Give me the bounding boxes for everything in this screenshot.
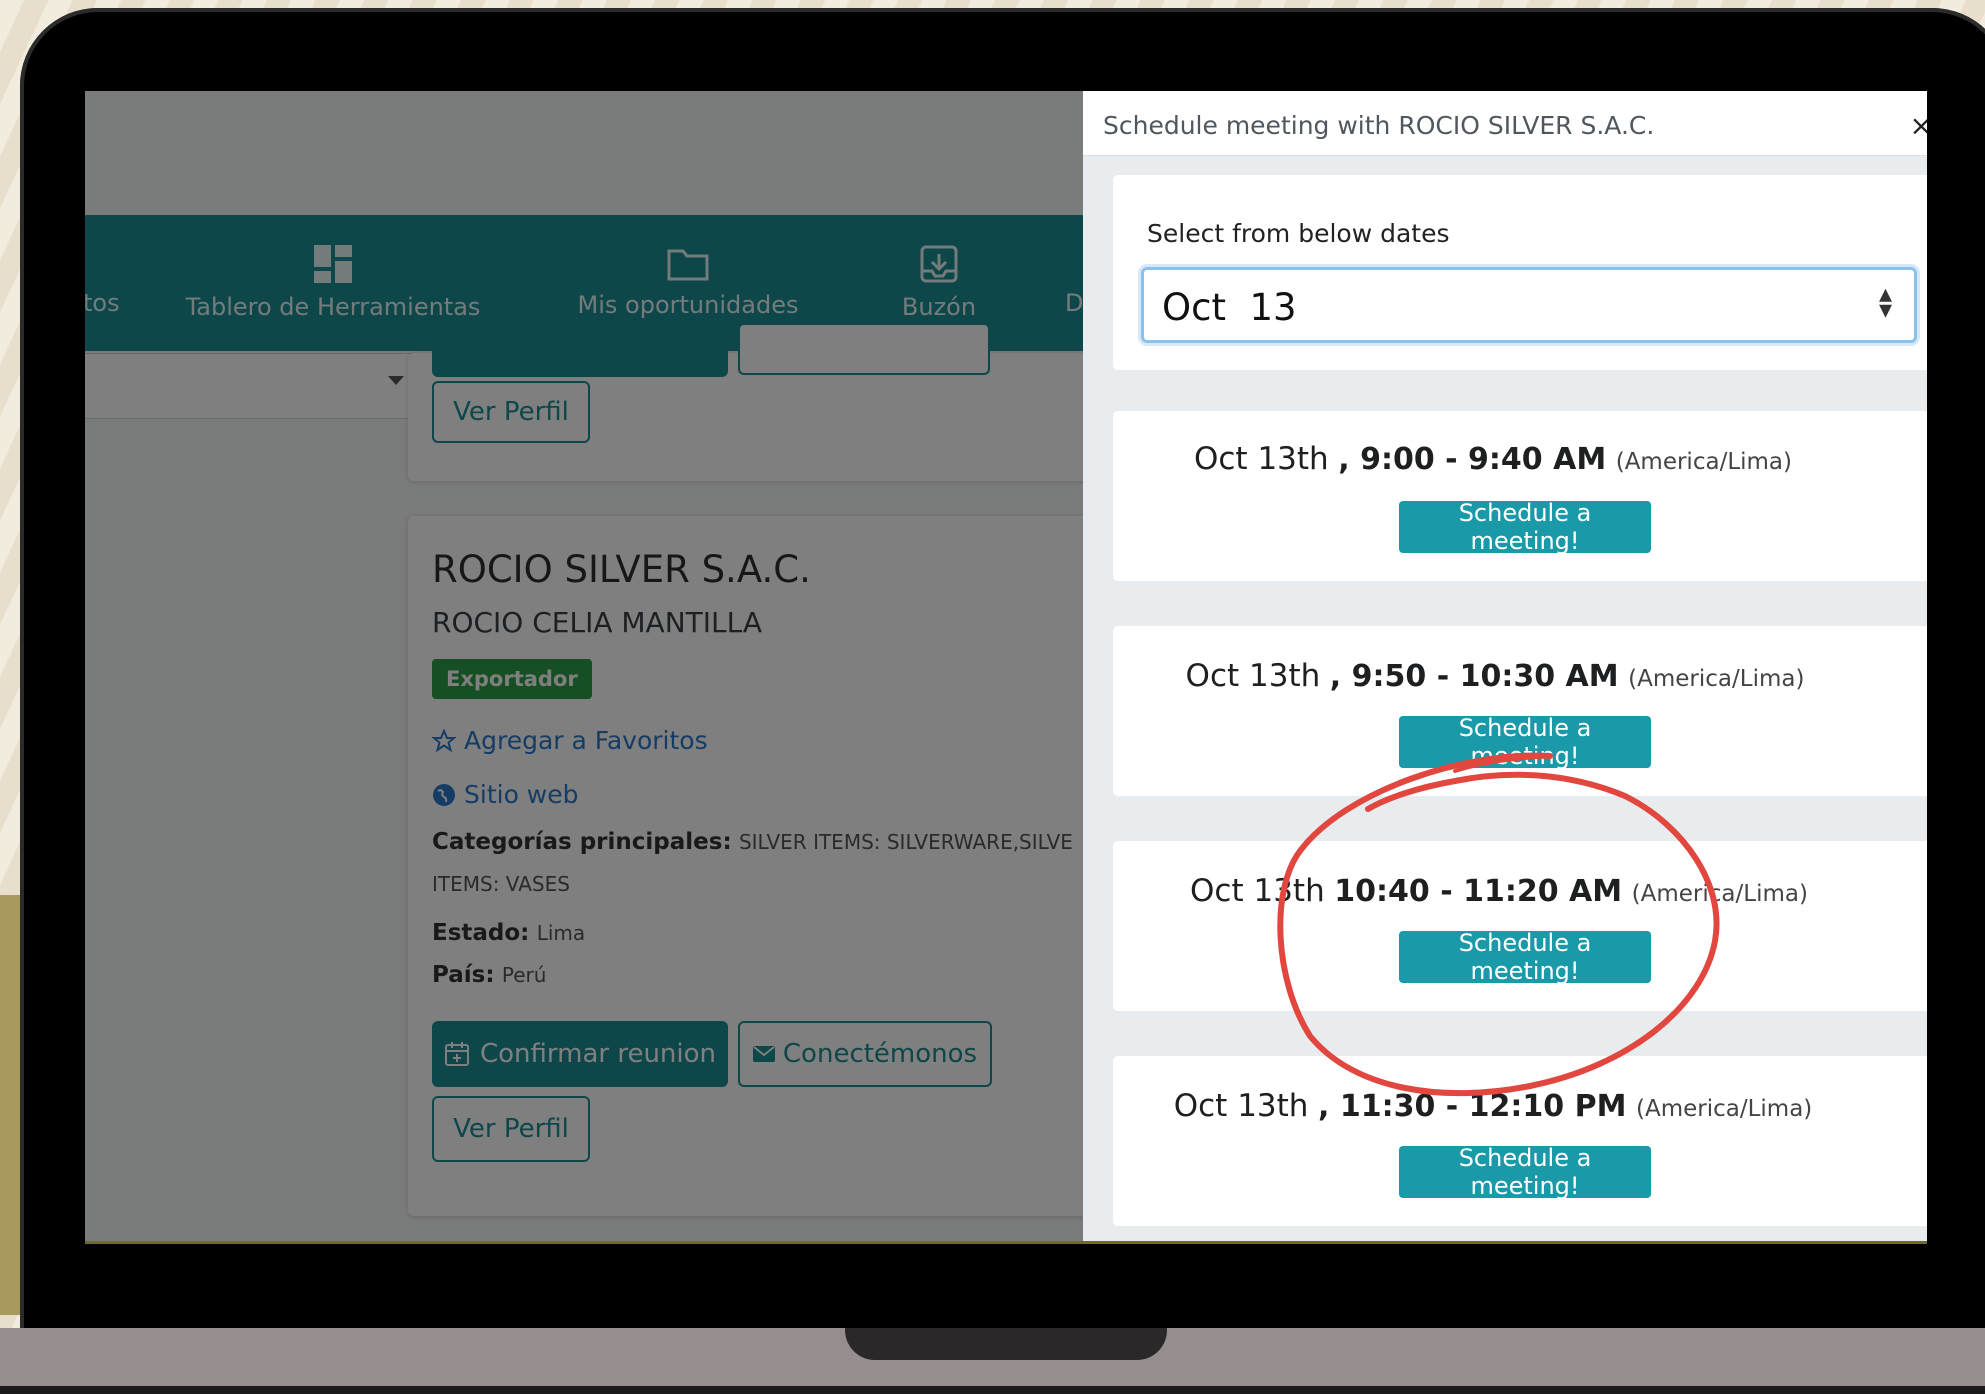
select-arrows-icon: ▴ ▾ bbox=[1878, 279, 1892, 325]
time-slot-card: Oct 13th , 9:50 - 10:30 AM (America/Lima… bbox=[1113, 626, 1927, 796]
date-selector-card: Select from below dates Oct 13 ▴ ▾ bbox=[1113, 175, 1927, 370]
slot-timezone: (America/Lima) bbox=[1631, 881, 1808, 907]
schedule-meeting-button[interactable]: Schedule a meeting! bbox=[1399, 1144, 1651, 1200]
schedule-meeting-panel: Schedule meeting with ROCIO SILVER S.A.C… bbox=[1083, 91, 1927, 1241]
laptop-notch bbox=[845, 1328, 1167, 1360]
schedule-meeting-button[interactable]: Schedule a meeting! bbox=[1399, 929, 1651, 985]
panel-header: Schedule meeting with ROCIO SILVER S.A.C… bbox=[1083, 91, 1927, 156]
slot-date: Oct 13th bbox=[1193, 441, 1329, 477]
time-slot-card: Oct 13th 10:40 - 11:20 AM (America/Lima)… bbox=[1113, 841, 1927, 1011]
slot-timezone: (America/Lima) bbox=[1635, 1096, 1813, 1122]
slot-date: Oct 13th bbox=[1190, 873, 1325, 909]
schedule-meeting-button[interactable]: Schedule a meeting! bbox=[1399, 499, 1651, 555]
slot-time: , 9:00 - 9:40 AM bbox=[1338, 442, 1607, 477]
slot-timezone: (America/Lima) bbox=[1628, 666, 1805, 692]
time-slot-text: Oct 13th , 11:30 - 12:10 PM (America/Lim… bbox=[1143, 1088, 1843, 1124]
date-select-label: Select from below dates bbox=[1147, 219, 1450, 248]
date-select[interactable]: Oct 13 ▴ ▾ bbox=[1141, 267, 1917, 343]
time-slot-text: Oct 13th , 9:00 - 9:40 AM (America/Lima) bbox=[1143, 441, 1843, 477]
panel-title: Schedule meeting with ROCIO SILVER S.A.C… bbox=[1103, 111, 1655, 140]
slot-date: Oct 13th bbox=[1185, 658, 1321, 694]
slot-time: , 9:50 - 10:30 AM bbox=[1329, 659, 1619, 694]
slot-time: 10:40 - 11:20 AM bbox=[1334, 874, 1623, 909]
time-slot-card: Oct 13th , 9:00 - 9:40 AM (America/Lima)… bbox=[1113, 411, 1927, 581]
time-slot-card: Oct 13th , 11:30 - 12:10 PM (America/Lim… bbox=[1113, 1056, 1927, 1226]
date-select-value: Oct 13 bbox=[1162, 286, 1297, 329]
laptop-screen: tos Tablero de Herramientas Mis oportuni… bbox=[85, 91, 1927, 1244]
slot-date: Oct 13th bbox=[1173, 1088, 1309, 1124]
schedule-meeting-button[interactable]: Schedule a meeting! bbox=[1399, 714, 1651, 770]
time-slot-text: Oct 13th 10:40 - 11:20 AM (America/Lima) bbox=[1149, 873, 1849, 909]
time-slot-text: Oct 13th , 9:50 - 10:30 AM (America/Lima… bbox=[1145, 658, 1845, 694]
close-icon[interactable]: × bbox=[1910, 109, 1927, 142]
slot-time: , 11:30 - 12:10 PM bbox=[1317, 1089, 1627, 1124]
slot-timezone: (America/Lima) bbox=[1615, 449, 1792, 475]
